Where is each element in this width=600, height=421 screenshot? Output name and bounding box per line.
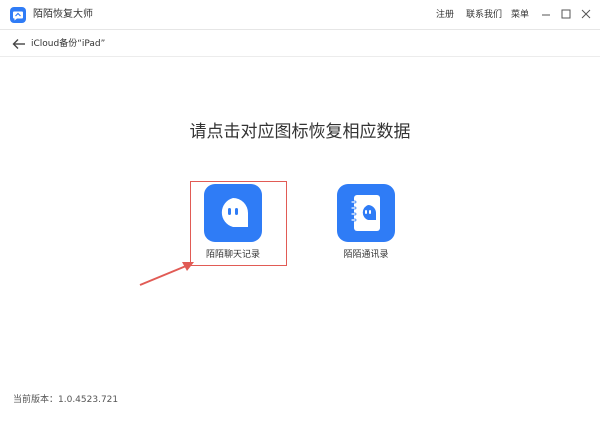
chat-records-label: 陌陌聊天记录 xyxy=(205,250,260,260)
arrow-left-icon[interactable] xyxy=(12,38,26,50)
contacts-label: 陌陌通讯录 xyxy=(343,250,389,260)
contact-us-link[interactable]: 联系我们 xyxy=(466,9,502,21)
contacts-tile[interactable]: 陌陌通讯录 xyxy=(331,184,401,261)
maximize-icon xyxy=(561,9,571,19)
close-icon xyxy=(581,9,591,19)
annotation-arrow-icon xyxy=(139,262,194,286)
menu-link[interactable]: 菜单 xyxy=(511,9,529,21)
chat-bubble-icon xyxy=(204,184,262,242)
app-title: 陌陌恢复大师 xyxy=(33,9,93,20)
momo-logo-icon xyxy=(10,7,26,23)
nav-bar: iCloud备份“iPad” xyxy=(0,30,600,57)
breadcrumb: iCloud备份“iPad” xyxy=(31,39,106,49)
register-link[interactable]: 注册 xyxy=(436,9,454,21)
minimize-icon xyxy=(542,14,550,16)
page-title: 请点击对应图标恢复相应数据 xyxy=(189,122,411,142)
title-bar: 陌陌恢复大师 注册 联系我们 菜单 xyxy=(0,0,600,30)
address-book-icon xyxy=(337,184,395,242)
chat-records-tile[interactable]: 陌陌聊天记录 xyxy=(198,184,268,261)
minimize-button[interactable] xyxy=(538,6,554,22)
close-button[interactable] xyxy=(578,6,594,22)
maximize-button[interactable] xyxy=(558,6,574,22)
version-label: 当前版本：1.0.4523.721 xyxy=(13,395,119,405)
